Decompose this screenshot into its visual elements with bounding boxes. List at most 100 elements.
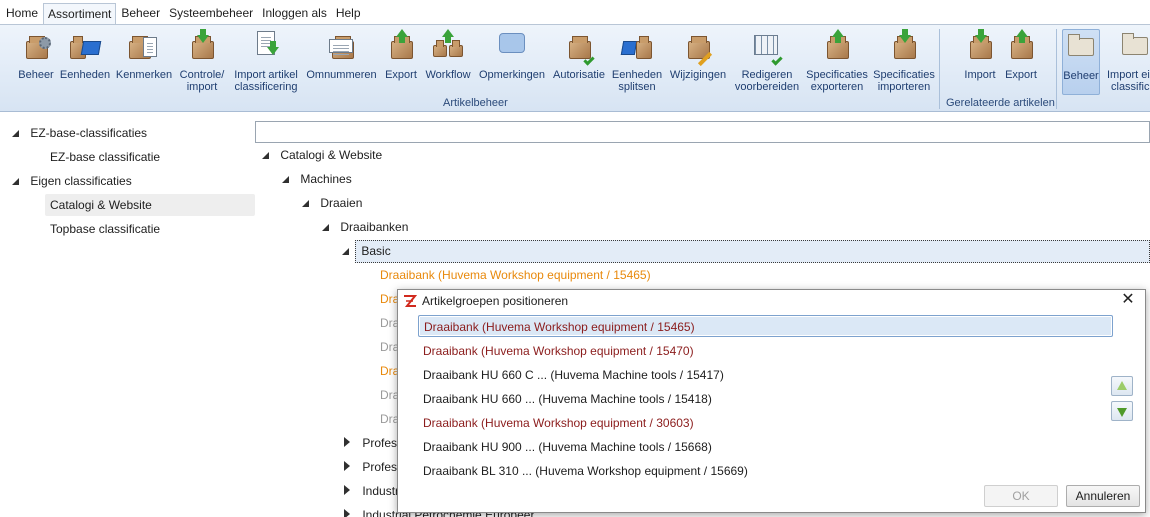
expanded-arrow-icon[interactable] bbox=[302, 200, 309, 207]
ribbon-label-2: classifica bbox=[1111, 81, 1150, 93]
ribbon-label: Opmerkingen bbox=[478, 69, 546, 81]
ribbon-label-2: importeren bbox=[877, 81, 931, 93]
ribbon-eenheden-splitsen-button[interactable]: Eenheden splitsen bbox=[611, 29, 663, 93]
expanded-arrow-icon[interactable] bbox=[12, 178, 19, 185]
list-item[interactable]: Draaibank HU 660 C ... (Huvema Machine t… bbox=[418, 364, 724, 386]
expanded-arrow-icon[interactable] bbox=[322, 224, 329, 231]
list-item[interactable]: Draaibank (Huvema Workshop equipment / 3… bbox=[418, 412, 694, 434]
tree-leaf-item[interactable]: Draaibank (Huvema Workshop equipment / 1… bbox=[380, 264, 651, 286]
dialog-title: Artikelgroepen positioneren bbox=[422, 294, 569, 308]
ribbon-label: Autorisatie bbox=[553, 69, 605, 81]
close-icon[interactable]: ✕ bbox=[1121, 292, 1135, 308]
ribbon-kenmerken-button[interactable]: Kenmerken bbox=[115, 29, 173, 81]
search-input[interactable] bbox=[255, 121, 1150, 143]
menu-inloggen-als[interactable]: Inloggen als bbox=[258, 3, 331, 24]
tree-node-catalogi-website[interactable]: Catalogi & Website bbox=[45, 194, 255, 216]
ribbon-import-classificatie-button[interactable]: Import ei classifica bbox=[1104, 29, 1150, 93]
ribbon-label-2: import bbox=[186, 81, 218, 93]
tree-node-ez-base-classificaties[interactable]: EZ-base-classificaties bbox=[12, 122, 147, 144]
ribbon-label: Export bbox=[1005, 69, 1037, 81]
expanded-arrow-icon[interactable] bbox=[342, 248, 349, 255]
ribbon-label: Kenmerken bbox=[115, 69, 173, 81]
list-item[interactable]: Draaibank BL 310 ... (Huvema Workshop eq… bbox=[418, 460, 748, 482]
tree-node-label: Draaien bbox=[320, 196, 363, 210]
ribbon-label: Eenheden bbox=[59, 69, 111, 81]
app-logo-icon bbox=[404, 295, 417, 307]
units-icon bbox=[68, 29, 102, 65]
tree-node-basic[interactable]: Basic bbox=[342, 240, 391, 262]
menu-bar: Home Assortiment Beheer Systeembeheer In… bbox=[0, 0, 1150, 24]
menu-assortiment[interactable]: Assortiment bbox=[43, 3, 117, 24]
ribbon-gerelateerd-export-button[interactable]: Export bbox=[1002, 29, 1040, 81]
tree-node-eigen-classificaties[interactable]: Eigen classificaties bbox=[12, 170, 132, 192]
ribbon-autorisatie-button[interactable]: Autorisatie bbox=[551, 29, 607, 81]
ribbon-label-2: voorbereiden bbox=[734, 81, 800, 93]
menu-help[interactable]: Help bbox=[332, 3, 365, 24]
ribbon-export-button[interactable]: Export bbox=[383, 29, 419, 81]
tree-node-machines[interactable]: Machines bbox=[282, 168, 352, 190]
tree-node-draaibanken[interactable]: Draaibanken bbox=[322, 216, 408, 238]
ribbon-import-artikel-classificering-button[interactable]: Import artikel classificering bbox=[231, 29, 301, 93]
tree-node-label: Eigen classificaties bbox=[30, 174, 132, 188]
ribbon-classificatie-beheer-button[interactable]: Beheer bbox=[1062, 29, 1100, 95]
selected-row-highlight bbox=[355, 240, 1150, 263]
box-import-icon bbox=[887, 29, 921, 65]
ribbon-opmerkingen-button[interactable]: Opmerkingen bbox=[477, 29, 547, 81]
box-pencil-icon bbox=[681, 29, 715, 67]
collapsed-arrow-icon[interactable] bbox=[344, 461, 350, 471]
ribbon-label: Specificaties bbox=[873, 69, 935, 81]
ribbon-label-2: classificering bbox=[234, 81, 298, 93]
ribbon-label: Wijzigingen bbox=[669, 69, 727, 81]
tree-node-draaien[interactable]: Draaien bbox=[302, 192, 362, 214]
ok-button[interactable]: OK bbox=[984, 485, 1058, 507]
collapsed-arrow-icon[interactable] bbox=[344, 485, 350, 495]
expanded-arrow-icon[interactable] bbox=[12, 130, 19, 137]
ribbon-label: Import artikel bbox=[234, 69, 298, 81]
collapsed-arrow-icon[interactable] bbox=[344, 437, 350, 447]
ribbon-eenheden-button[interactable]: Eenheden bbox=[58, 29, 112, 81]
list-item[interactable]: Draaibank (Huvema Workshop equipment / 1… bbox=[418, 315, 1113, 337]
ribbon-label: Export bbox=[385, 69, 417, 81]
menu-systeembeheer[interactable]: Systeembeheer bbox=[165, 3, 257, 24]
list-item[interactable]: Draaibank (Huvema Workshop equipment / 1… bbox=[418, 340, 694, 362]
tree-node-label: Catalogi & Website bbox=[50, 198, 152, 212]
ribbon-gerelateerd-import-button[interactable]: Import bbox=[960, 29, 1000, 81]
group-label-gerelateerde-artikelen: Gerelateerde artikelen bbox=[946, 97, 1055, 109]
tree-node-catalogi-website-root[interactable]: Catalogi & Website bbox=[262, 144, 382, 166]
ribbon-label: Import bbox=[964, 69, 996, 81]
tree-node-label: Draaibanken bbox=[340, 220, 409, 234]
tree-node-profess-1[interactable]: Profess bbox=[344, 432, 403, 454]
ribbon-specificaties-importeren-button[interactable]: Specificaties importeren bbox=[873, 29, 935, 93]
box-export-icon bbox=[384, 29, 418, 65]
group-separator bbox=[1056, 29, 1057, 109]
ribbon-label: Redigeren bbox=[741, 69, 793, 81]
tree-node-label: Catalogi & Website bbox=[280, 148, 383, 162]
ribbon-wijzigingen-button[interactable]: Wijzigingen bbox=[667, 29, 729, 81]
classification-tree: EZ-base-classificaties EZ-base classific… bbox=[0, 118, 258, 517]
list-item[interactable]: Draaibank HU 900 ... (Huvema Machine too… bbox=[418, 436, 712, 458]
ribbon-specificaties-exporteren-button[interactable]: Specificaties exporteren bbox=[805, 29, 869, 93]
tree-node-ez-base-classificatie[interactable]: EZ-base classificatie bbox=[50, 146, 160, 168]
move-up-button[interactable] bbox=[1111, 376, 1133, 396]
move-down-button[interactable] bbox=[1111, 401, 1133, 421]
list-item[interactable]: Draaibank HU 660 ... (Huvema Machine too… bbox=[418, 388, 712, 410]
tree-node-topbase-classificatie[interactable]: Topbase classificatie bbox=[50, 218, 160, 240]
folder-import-icon bbox=[1118, 29, 1150, 65]
menu-beheer[interactable]: Beheer bbox=[117, 3, 164, 24]
ribbon-workflow-button[interactable]: Workflow bbox=[423, 29, 473, 81]
tree-node-label: Machines bbox=[300, 172, 352, 186]
collapsed-arrow-icon[interactable] bbox=[344, 509, 350, 517]
ribbon-controle-import-button[interactable]: Controle/ import bbox=[177, 29, 227, 93]
ribbon-beheer-button[interactable]: Beheer bbox=[17, 29, 55, 81]
ribbon-redigeren-voorbereiden-button[interactable]: Redigeren voorbereiden bbox=[733, 29, 801, 93]
ribbon-omnummeren-button[interactable]: Omnummeren bbox=[305, 29, 378, 81]
tree-node-profess-2[interactable]: Profess bbox=[344, 456, 403, 478]
tree-node-label: Basic bbox=[361, 244, 391, 258]
expanded-arrow-icon[interactable] bbox=[262, 152, 269, 159]
expanded-arrow-icon[interactable] bbox=[282, 176, 289, 183]
renumber-icon bbox=[325, 29, 359, 65]
menu-home[interactable]: Home bbox=[2, 3, 42, 24]
arrow-down-icon bbox=[1117, 408, 1127, 417]
annuleren-button[interactable]: Annuleren bbox=[1066, 485, 1140, 507]
tree-node-industr[interactable]: Industr bbox=[344, 480, 399, 502]
